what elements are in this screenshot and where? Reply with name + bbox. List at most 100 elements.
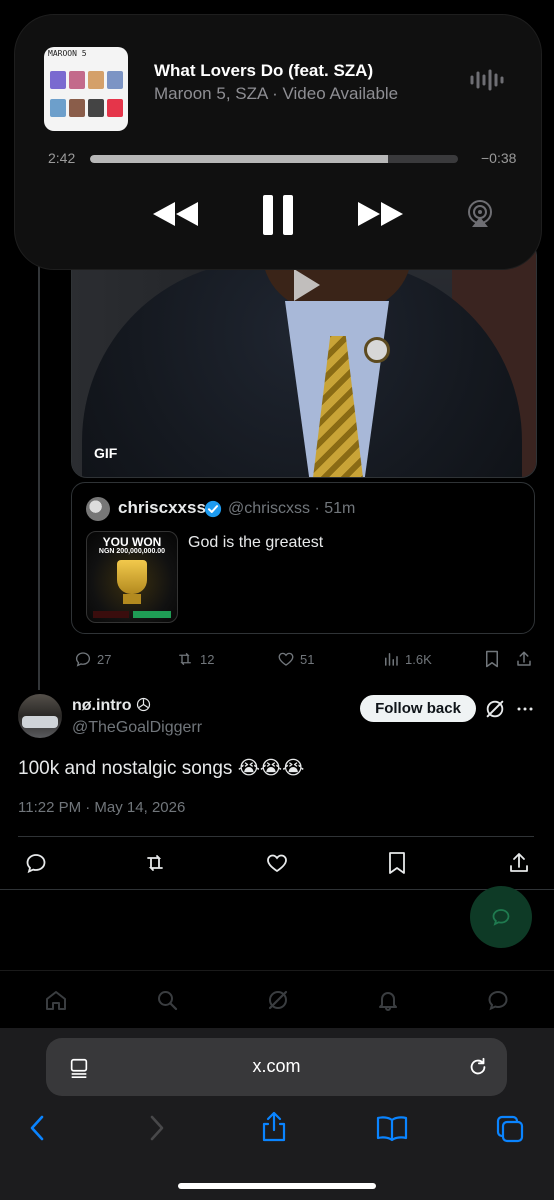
- bookmark-icon: [389, 852, 405, 874]
- pause-button[interactable]: [261, 193, 295, 237]
- search-tab[interactable]: [155, 988, 179, 1012]
- share-button[interactable]: [507, 851, 531, 875]
- remaining-time: −0:38: [481, 150, 517, 166]
- message-icon: [488, 990, 508, 1011]
- album-art-tile: [107, 71, 123, 89]
- like-action[interactable]: 51: [277, 650, 314, 668]
- avatar[interactable]: [18, 694, 62, 738]
- bookmarks-button[interactable]: [375, 1114, 409, 1142]
- thread-line: [38, 250, 40, 690]
- back-button[interactable]: [26, 1114, 50, 1142]
- grok-tab[interactable]: [266, 988, 290, 1012]
- tabs-button[interactable]: [495, 1114, 525, 1144]
- album-art-tile: [88, 99, 104, 117]
- album-art-tile: [107, 99, 123, 117]
- album-art-tile: [88, 71, 104, 89]
- airplay-audio-icon: [468, 200, 492, 227]
- album-art-tile: [50, 99, 66, 117]
- album-art[interactable]: MAROON 5: [44, 47, 128, 131]
- bell-icon: [379, 992, 397, 1011]
- gif-badge: GIF: [94, 445, 118, 461]
- media-figure-pin: [364, 337, 390, 363]
- grok-icon: [268, 990, 288, 1010]
- quoted-handle-time: @chriscxss · 51m: [228, 500, 356, 517]
- follow-back-button[interactable]: Follow back: [360, 695, 476, 722]
- more-options-icon[interactable]: [516, 700, 534, 718]
- rewind-button[interactable]: [151, 199, 201, 229]
- thumb-amount: NGN 200,000,000.00: [98, 548, 166, 555]
- author-handle[interactable]: @TheGoalDiggerr: [72, 719, 202, 737]
- now-playing-widget: MAROON 5 What Lovers Do (feat. SZA) Maro…: [14, 14, 542, 270]
- messages-tab[interactable]: [486, 988, 510, 1012]
- song-title: What Lovers Do (feat. SZA): [154, 61, 374, 80]
- views-action[interactable]: 1.6K: [382, 650, 432, 668]
- heart-icon: [278, 652, 294, 666]
- share-icon: [517, 651, 531, 666]
- album-art-tile: [50, 71, 66, 89]
- thumb-button-left: [93, 611, 129, 618]
- share-button[interactable]: [515, 650, 533, 668]
- album-art-title: MAROON 5: [48, 49, 87, 58]
- quoted-post[interactable]: chriscxxss @chriscxss · 51m YOU WON NGN …: [71, 482, 535, 634]
- avatar: [86, 497, 110, 521]
- notifications-tab[interactable]: [376, 988, 400, 1012]
- reply-count: 27: [97, 651, 112, 667]
- views-count: 1.6K: [405, 651, 432, 667]
- book-icon: [376, 1116, 408, 1142]
- x-bottom-nav: [0, 970, 554, 1029]
- repost-count: 12: [200, 651, 215, 667]
- progress-bar[interactable]: [90, 155, 458, 163]
- author-name-text: nø.intro: [72, 697, 132, 714]
- bookmark-button[interactable]: [484, 650, 500, 668]
- affiliate-icon: [136, 697, 151, 712]
- bookmark-button[interactable]: [387, 851, 407, 875]
- post-timestamp[interactable]: 11:22 PM · May 14, 2026: [18, 799, 185, 816]
- trophy-base: [123, 594, 141, 604]
- url-text: x.com: [252, 1056, 301, 1076]
- home-tab[interactable]: [44, 988, 68, 1012]
- home-indicator: [178, 1183, 376, 1189]
- home-icon: [46, 991, 66, 1010]
- bookmark-icon: [486, 650, 498, 668]
- post-text: 100k and nostalgic songs 😭😭😭: [18, 758, 305, 779]
- quoted-media-thumbnail[interactable]: YOU WON NGN 200,000,000.00: [86, 531, 178, 623]
- author-name[interactable]: nø.intro: [72, 697, 151, 715]
- song-artist: Maroon 5, SZA · Video Available: [154, 84, 399, 103]
- trophy-icon: [117, 560, 147, 594]
- share-button[interactable]: [260, 1110, 288, 1142]
- compose-reply-button[interactable]: [470, 886, 532, 948]
- repost-icon: [179, 653, 191, 665]
- airplay-button[interactable]: [465, 199, 495, 229]
- views-icon: [385, 653, 398, 666]
- play-icon[interactable]: [286, 265, 326, 305]
- reply-action[interactable]: 27: [74, 650, 111, 668]
- like-button[interactable]: [265, 851, 289, 875]
- quoted-author-name: chriscxxss: [118, 498, 206, 517]
- reply-icon: [26, 854, 46, 874]
- like-count: 51: [300, 651, 315, 667]
- gif-media[interactable]: GIF: [71, 240, 537, 478]
- chevron-right-icon: [150, 1115, 164, 1141]
- rewind-icon: [153, 202, 198, 226]
- progress-bar-fill: [90, 155, 389, 163]
- share-icon: [262, 1111, 286, 1142]
- grok-icon[interactable]: [484, 698, 506, 720]
- divider: [0, 889, 554, 890]
- tabs-icon: [496, 1115, 524, 1143]
- repost-button[interactable]: [142, 851, 168, 875]
- repost-action[interactable]: 12: [175, 650, 214, 668]
- repost-icon: [147, 855, 163, 871]
- reply-button[interactable]: [24, 851, 48, 875]
- reload-icon[interactable]: [467, 1056, 489, 1078]
- pause-icon: [263, 195, 293, 235]
- forward-button[interactable]: [144, 1114, 168, 1142]
- elapsed-time: 2:42: [48, 150, 76, 166]
- compose-icon: [492, 909, 510, 926]
- waveform-icon[interactable]: [469, 69, 505, 91]
- fast-forward-button[interactable]: [355, 199, 405, 229]
- thumb-button-right: [133, 611, 171, 618]
- thumb-heading: YOU WON: [102, 535, 162, 549]
- avatar-image-detail: [22, 716, 58, 728]
- reply-icon: [75, 652, 91, 667]
- address-bar[interactable]: x.com: [46, 1038, 507, 1096]
